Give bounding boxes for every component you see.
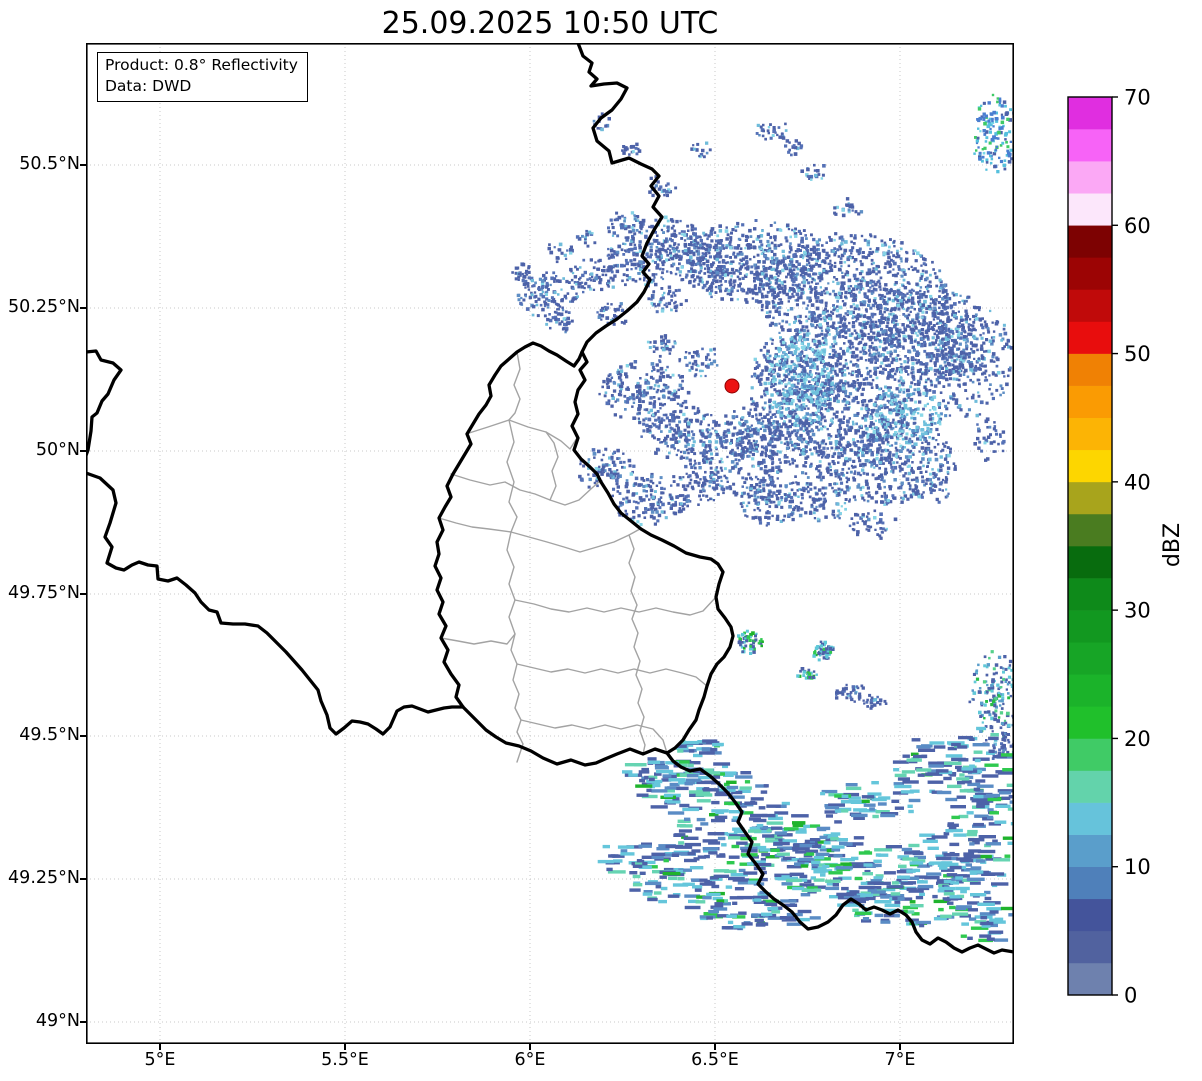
y-tick-label: 49.75°N xyxy=(8,583,80,603)
y-tick-label: 49°N xyxy=(35,1011,80,1031)
radar-site-marker xyxy=(724,378,740,394)
x-tick-label: 7°E xyxy=(884,1050,916,1070)
colorbar-unit-label: dBZ xyxy=(1160,522,1185,568)
y-tick-mark xyxy=(80,164,86,166)
x-tick-label: 5.5°E xyxy=(321,1050,369,1070)
radar-map xyxy=(86,43,1014,1044)
y-tick-mark xyxy=(80,450,86,452)
colorbar-tick-label: 40 xyxy=(1124,470,1151,494)
y-tick-mark xyxy=(80,878,86,880)
y-tick-mark xyxy=(80,307,86,309)
y-tick-label: 50.5°N xyxy=(19,154,80,174)
x-tick-label: 5°E xyxy=(144,1050,176,1070)
y-tick-label: 49.5°N xyxy=(19,725,80,745)
colorbar-tick-label: 70 xyxy=(1124,86,1151,110)
colorbar-tick-label: 30 xyxy=(1124,599,1151,623)
radar-echoes xyxy=(511,93,1014,943)
colorbar-cells xyxy=(1068,97,1112,996)
y-tick-label: 49.25°N xyxy=(8,868,80,888)
colorbar-tick-label: 50 xyxy=(1124,342,1151,366)
radar-figure: 25.09.2025 10:50 UTC 5°E 5.5°E 6°E 6.5°E 7°E… xyxy=(0,0,1202,1081)
page-title: 25.09.2025 10:50 UTC xyxy=(381,6,719,41)
y-tick-mark xyxy=(80,593,86,595)
colorbar-tick-label: 20 xyxy=(1124,727,1151,751)
data-source-line: Data: DWD xyxy=(105,76,192,95)
y-tick-label: 50°N xyxy=(35,440,80,460)
x-tick-label: 6.5°E xyxy=(691,1050,739,1070)
colorbar-tick-label: 60 xyxy=(1124,214,1151,238)
product-info-box: Product: 0.8° Reflectivity Data: DWD xyxy=(97,52,308,102)
product-line: Product: 0.8° Reflectivity xyxy=(105,56,298,74)
colorbar-ticks: 0 10 20 30 40 50 60 70 xyxy=(1112,86,1151,1008)
colorbar-tick-label: 10 xyxy=(1124,855,1151,879)
y-tick-mark xyxy=(80,1021,86,1023)
x-tick-label: 6°E xyxy=(514,1050,546,1070)
colorbar-tick-label: 0 xyxy=(1124,984,1137,1008)
y-tick-label: 50.25°N xyxy=(8,297,80,317)
y-tick-mark xyxy=(80,735,86,737)
